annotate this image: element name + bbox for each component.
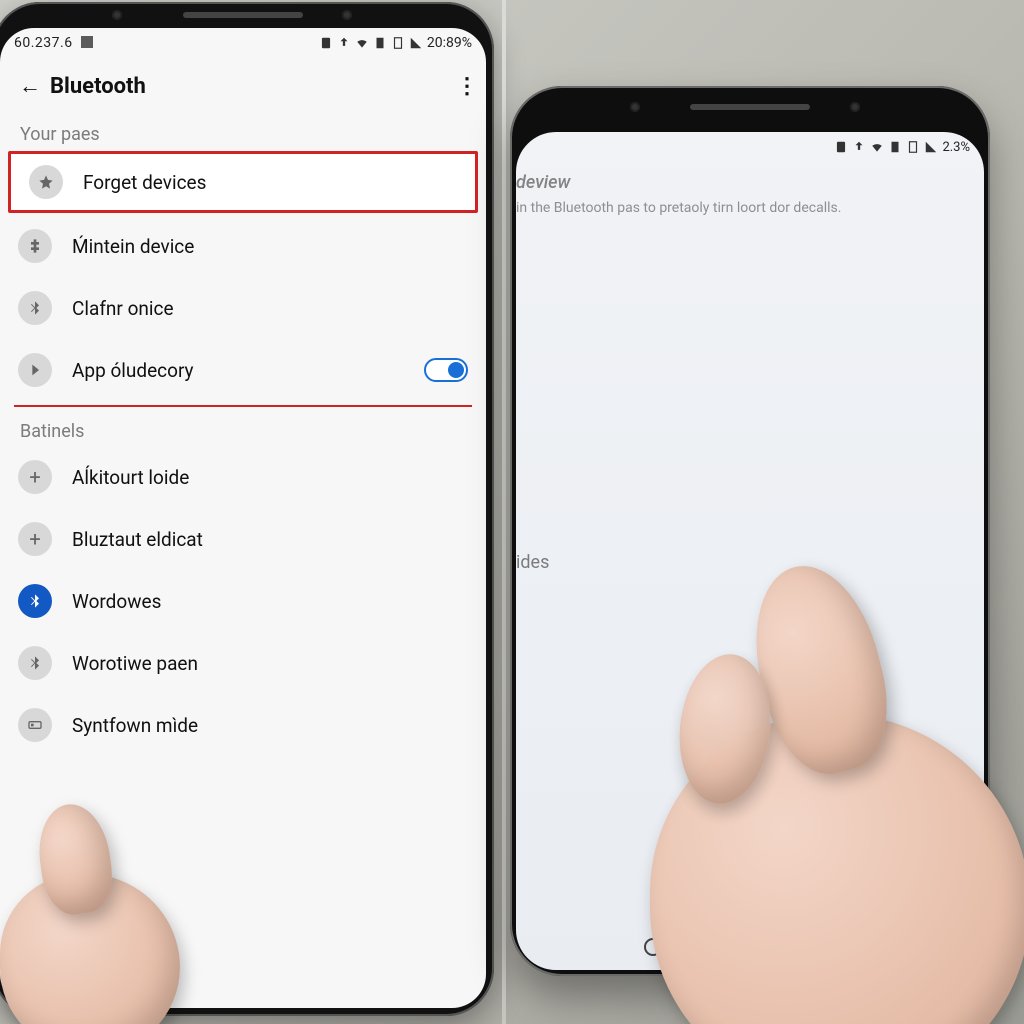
item-bluztaut-eldicat[interactable]: Bluztaut eldicat — [0, 508, 486, 570]
item-label: Bluztaut eldicat — [72, 528, 468, 551]
puzzle-icon — [18, 229, 52, 263]
plus-icon — [18, 522, 52, 556]
empty-area — [516, 219, 984, 924]
nav-recent-button[interactable] — [835, 935, 859, 959]
detail-title: deview — [516, 172, 978, 193]
doc-icon — [373, 36, 387, 50]
split-seam — [502, 0, 506, 1024]
section-label-your-paes: Your paes — [0, 114, 486, 149]
front-camera — [342, 10, 352, 20]
section-label-batinels: Batinels — [0, 411, 486, 446]
page-title: Bluetooth — [50, 74, 436, 99]
battery-icon — [81, 36, 93, 48]
item-mintein-device[interactable]: Ḿintein device — [0, 215, 486, 277]
status-left-text: 60.237.6 — [14, 35, 73, 51]
item-akitourt-loide[interactable]: Aĺkitourt loide — [0, 446, 486, 508]
list-your-paes: Forget devices Ḿintein device Clafnr oni… — [0, 149, 486, 401]
wifi-icon — [355, 36, 369, 50]
bluetooth-blue-icon — [18, 584, 52, 618]
star-icon — [29, 165, 63, 199]
back-button[interactable]: ← — [10, 73, 50, 99]
item-syntfown-mide[interactable]: Syntfown mìde — [0, 694, 486, 756]
item-label: Forget devices — [83, 171, 457, 194]
phone-left: 60.237.6 20:89% ← Bluetooth ⋮ Your paes — [0, 2, 494, 1016]
sim-icon — [319, 36, 333, 50]
item-label: Ḿintein device — [72, 235, 468, 258]
wifi-icon — [870, 140, 884, 154]
item-wordowes[interactable]: Wordowes — [0, 570, 486, 632]
nav-home-button[interactable] — [641, 935, 665, 959]
arrow-right-icon — [18, 353, 52, 387]
screen-right: 2.3% deview in the Bluetooth pas to pret… — [516, 132, 984, 970]
status-time: 20:89% — [427, 35, 472, 51]
signal-icon — [409, 36, 423, 50]
status-right: 20:89% — [319, 35, 472, 51]
earpiece — [690, 104, 810, 110]
plus-icon — [18, 460, 52, 494]
navigation-bar — [516, 924, 984, 970]
status-bar: 2.3% — [516, 132, 984, 162]
bluetooth-icon — [18, 646, 52, 680]
earpiece — [183, 12, 303, 18]
cutoff-text: ides — [516, 552, 549, 573]
item-forget-devices[interactable]: Forget devices — [8, 151, 478, 213]
upload-icon — [337, 36, 351, 50]
card-icon — [18, 708, 52, 742]
item-label: Worotiwe paen — [72, 652, 468, 675]
front-camera — [112, 10, 122, 20]
square-icon — [839, 939, 855, 955]
detail-body: in the Bluetooth pas to pretaoly tirn lo… — [516, 199, 978, 219]
item-label: Clafnr onice — [72, 297, 468, 320]
item-app-oludecory[interactable]: App óludecory — [0, 339, 486, 401]
detail-panel: deview in the Bluetooth pas to pretaoly … — [516, 162, 984, 219]
item-label: Aĺkitourt loide — [72, 466, 468, 489]
screen-left: 60.237.6 20:89% ← Bluetooth ⋮ Your paes — [0, 28, 486, 1008]
status-left: 60.237.6 — [14, 35, 93, 51]
more-button[interactable]: ⋮ — [436, 74, 476, 99]
item-label: App óludecory — [72, 359, 404, 382]
divider — [14, 405, 472, 407]
doc-icon — [391, 36, 405, 50]
status-text: 2.3% — [942, 140, 970, 155]
item-label: Wordowes — [72, 590, 468, 613]
signal-icon — [924, 140, 938, 154]
front-camera — [850, 102, 860, 112]
status-bar: 60.237.6 20:89% — [0, 28, 486, 58]
doc-icon — [888, 140, 902, 154]
item-label: Syntfown mìde — [72, 714, 468, 737]
item-worotiwe-paen[interactable]: Worotiwe paen — [0, 632, 486, 694]
phone-right: 2.3% deview in the Bluetooth pas to pret… — [510, 86, 990, 976]
circle-icon — [644, 938, 662, 956]
front-camera — [630, 102, 640, 112]
sim-icon — [834, 140, 848, 154]
app-header: ← Bluetooth ⋮ — [0, 58, 486, 114]
upload-icon — [852, 140, 866, 154]
toggle-switch[interactable] — [424, 358, 468, 382]
item-clafnr-onice[interactable]: Clafnr onice — [0, 277, 486, 339]
list-batinels: Aĺkitourt loide Bluztaut eldicat Wordowe… — [0, 446, 486, 756]
bluetooth-icon — [18, 291, 52, 325]
doc-icon — [906, 140, 920, 154]
